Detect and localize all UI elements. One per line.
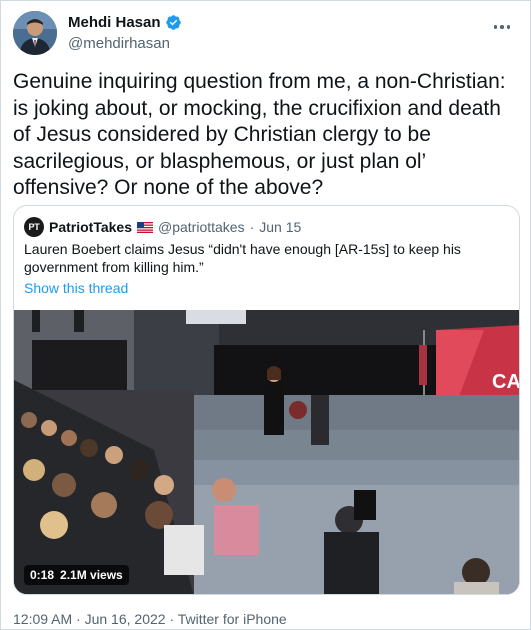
- author-name[interactable]: Mehdi Hasan: [68, 14, 161, 31]
- quoted-tweet-header: PT PatriotTakes @patriottakes · Jun 15: [24, 217, 301, 237]
- quoted-text: Lauren Boebert claims Jesus “didn't have…: [24, 241, 461, 275]
- tweet-card: Mehdi Hasan @mehdirhasan Genuine inquiri…: [0, 0, 531, 630]
- quoted-avatar[interactable]: PT: [24, 217, 44, 237]
- tweet-meta[interactable]: 12:09 AM · Jun 16, 2022 · Twitter for iP…: [13, 611, 287, 627]
- video-player[interactable]: CAM: [14, 310, 520, 594]
- meta-separator: ·: [249, 219, 255, 235]
- us-flag-icon: [137, 221, 153, 233]
- verified-badge-icon: [165, 15, 181, 30]
- tweet-text: Genuine inquiring question from me, a no…: [13, 70, 512, 199]
- video-views: 2.1M views: [60, 568, 123, 582]
- author-handle[interactable]: @mehdirhasan: [68, 35, 170, 52]
- video-duration: 0:18: [30, 568, 55, 582]
- avatar[interactable]: [13, 11, 57, 55]
- quoted-date[interactable]: Jun 15: [259, 219, 301, 235]
- quoted-author-handle[interactable]: @patriottakes: [158, 219, 245, 235]
- more-options-icon[interactable]: [490, 17, 514, 37]
- quoted-author-name[interactable]: PatriotTakes: [49, 219, 132, 235]
- screen-text: CAM: [492, 371, 520, 393]
- quoted-tweet[interactable]: PT PatriotTakes @patriottakes · Jun 15 L…: [13, 205, 520, 595]
- author-name-row: Mehdi Hasan: [68, 14, 182, 31]
- video-stats-badge: 0:18 2.1M views: [24, 565, 129, 585]
- video-frame: CAM: [14, 310, 520, 594]
- show-thread-link[interactable]: Show this thread: [24, 280, 128, 296]
- tweet-header: Mehdi Hasan @mehdirhasan: [13, 9, 518, 57]
